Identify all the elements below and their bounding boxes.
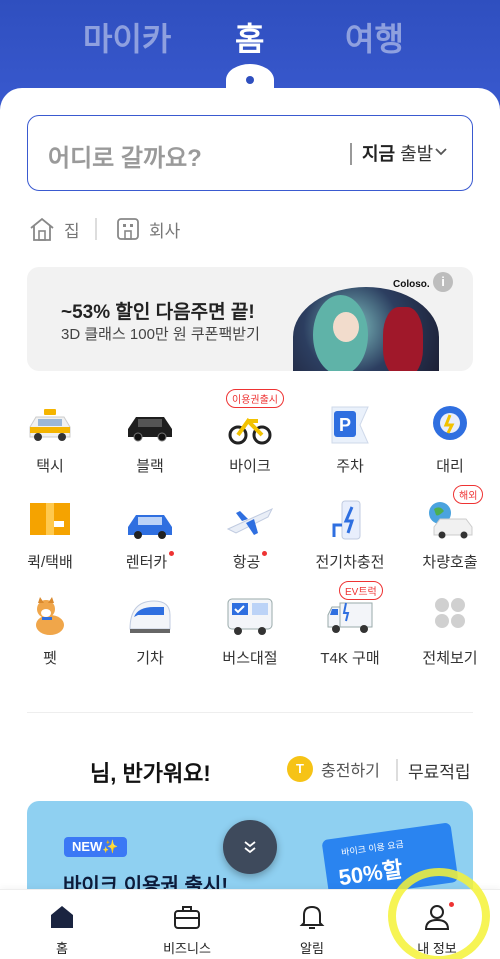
service-pet[interactable]: 펫	[0, 595, 100, 691]
service-label: 퀵/택배	[27, 554, 73, 571]
section-divider	[27, 712, 473, 713]
car-call-icon	[429, 502, 473, 539]
svg-text:P: P	[339, 415, 351, 435]
depart-rest: 출발	[395, 144, 434, 164]
chevron-down-icon	[435, 148, 447, 156]
service-label: 전기차충전	[315, 554, 385, 571]
service-label: 전체보기	[422, 650, 478, 667]
destination-search-box[interactable]: 어디로 갈까요? 지금 출발	[27, 115, 473, 191]
house-icon	[30, 217, 54, 241]
truck-icon	[327, 602, 373, 633]
quick-place-home-label: 집	[64, 221, 80, 241]
greeting-divider	[396, 759, 398, 781]
service-label: 차량호출	[422, 554, 478, 571]
service-label: 대리	[436, 458, 464, 475]
box-icon	[30, 503, 70, 535]
tab-home[interactable]: 홈	[235, 14, 264, 60]
home-icon	[51, 906, 73, 928]
charge-label: 충전하기	[321, 763, 380, 780]
service-parking[interactable]: P 주차	[300, 403, 400, 499]
tab-mycar[interactable]: 마이카	[83, 14, 171, 60]
bell-icon	[299, 905, 325, 929]
charge-button[interactable]: T 충전하기	[287, 756, 380, 782]
ev-charger-icon	[332, 500, 361, 540]
tab-travel[interactable]: 여행	[345, 14, 404, 60]
service-label: 항공	[200, 551, 300, 572]
highlight-annotation	[388, 868, 490, 959]
double-chevron-down-icon	[244, 841, 256, 854]
building-icon	[117, 218, 139, 240]
service-taxi[interactable]: 택시	[0, 403, 100, 499]
bike-icon	[228, 417, 272, 445]
service-delivery[interactable]: 퀵/택배	[0, 499, 100, 595]
nav-home[interactable]: 홈	[12, 890, 112, 959]
scroll-down-button[interactable]	[223, 820, 277, 874]
banner-illustration	[293, 287, 439, 371]
service-t4k-purchase[interactable]: T4K 구매	[300, 595, 400, 691]
service-label: 블랙	[136, 458, 164, 475]
new-dot	[262, 551, 268, 556]
grid-icon	[435, 598, 465, 628]
airplane-icon	[226, 507, 274, 535]
new-badge: NEW✨	[64, 837, 127, 857]
depart-bold: 지금	[362, 144, 396, 164]
service-rentcar[interactable]: 렌터카	[100, 499, 200, 595]
black-car-icon	[128, 417, 172, 442]
taxi-icon	[29, 409, 71, 441]
service-view-all[interactable]: 전체보기	[400, 595, 500, 691]
tab-indicator-dot	[246, 76, 254, 84]
quick-place-home[interactable]: 집	[28, 214, 80, 244]
quick-place-work-label: 회사	[149, 221, 181, 241]
ev-truck-badge: EV트럭	[339, 581, 383, 600]
parking-icon: P	[331, 406, 369, 444]
quick-place-divider	[95, 218, 97, 240]
service-label: 기차	[136, 650, 164, 667]
service-label: 펫	[43, 650, 57, 667]
overseas-badge: 해외	[453, 485, 484, 504]
nav-business[interactable]: 비즈니스	[137, 890, 237, 959]
service-driver[interactable]: 대리	[400, 403, 500, 499]
nav-label: 비즈니스	[163, 941, 211, 956]
service-label: 주차	[336, 458, 364, 475]
info-icon[interactable]: i	[433, 272, 453, 292]
new-dot	[169, 551, 175, 556]
service-label: T4K 구매	[320, 650, 380, 667]
nav-label: 알림	[300, 941, 324, 956]
ad-banner[interactable]: ~53% 할인 다음주면 끝! 3D 클래스 100만 원 쿠폰팩받기 Colo…	[27, 267, 473, 371]
service-flight[interactable]: 항공	[200, 499, 300, 595]
service-label: 렌터카	[100, 551, 200, 572]
service-label: 바이크	[229, 458, 271, 475]
free-points-button[interactable]: 무료적립	[408, 758, 471, 783]
service-bike[interactable]: 바이크	[200, 403, 300, 499]
briefcase-icon	[174, 906, 200, 929]
service-label: 택시	[36, 458, 64, 475]
bus-icon	[227, 598, 273, 635]
t-coin-icon: T	[287, 756, 313, 782]
banner-title: ~53% 할인 다음주면 끝!	[61, 302, 255, 323]
greeting-text: 님, 반가워요!	[90, 761, 211, 786]
rental-car-icon	[128, 515, 172, 539]
banner-subtitle: 3D 클래스 100만 원 쿠폰팩받기	[61, 326, 260, 343]
search-divider	[350, 143, 352, 165]
service-train[interactable]: 기차	[100, 595, 200, 691]
nav-notifications[interactable]: 알림	[262, 890, 362, 959]
depart-time-button[interactable]: 지금 출발	[362, 140, 433, 166]
service-bus-charter[interactable]: 버스대절	[200, 595, 300, 691]
steering-wheel-icon	[433, 406, 467, 440]
banner-brand-logo: Coloso.	[393, 279, 430, 290]
pet-icon	[36, 597, 64, 635]
search-placeholder: 어디로 갈까요?	[48, 145, 202, 172]
new-badge: 이용권출시	[226, 389, 284, 408]
service-car-call[interactable]: 차량호출	[400, 499, 500, 595]
service-black[interactable]: 블랙	[100, 403, 200, 499]
quick-place-work[interactable]: 회사	[115, 214, 180, 244]
nav-label: 홈	[56, 941, 68, 956]
service-label: 버스대절	[222, 650, 278, 667]
train-icon	[129, 600, 171, 633]
